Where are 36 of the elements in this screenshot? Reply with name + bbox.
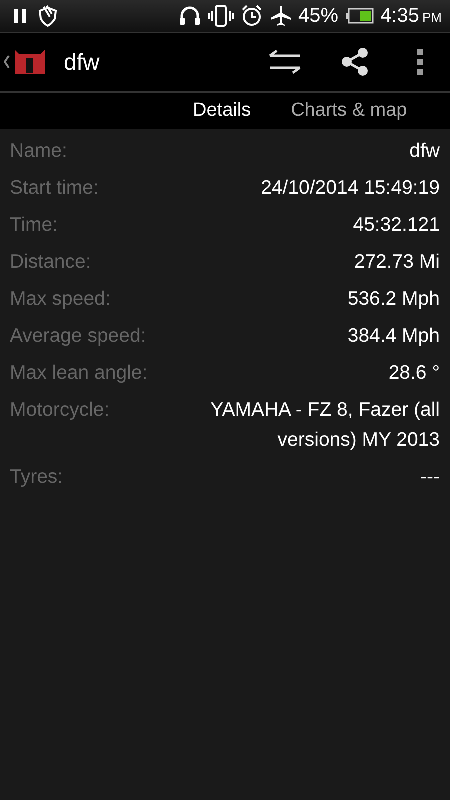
- field-label: Time:: [10, 213, 58, 238]
- field-label: Max lean angle:: [10, 361, 148, 386]
- headphones-icon: [178, 6, 201, 26]
- am-pm: PM: [422, 10, 442, 24]
- field-label: Distance:: [10, 250, 92, 275]
- swap-arrows-icon: [268, 49, 302, 75]
- pause-icon: [14, 9, 26, 23]
- back-caret-icon: [4, 55, 10, 69]
- field-value: 45:32.121: [353, 213, 440, 238]
- menu-icon: [417, 49, 423, 75]
- field-value: 272.73 Mi: [354, 250, 440, 275]
- share-icon: [340, 47, 370, 77]
- tab[interactable]: Charts & map: [291, 100, 408, 122]
- field-value: 24/10/2014 15:49:19: [261, 176, 440, 201]
- alarm-clock-icon: [240, 5, 263, 27]
- clock-time: 4:35: [380, 4, 420, 26]
- field-label: Average speed:: [10, 324, 146, 349]
- field-value: 536.2 Mph: [348, 287, 440, 312]
- shield-icon: [38, 5, 58, 27]
- battery-percent: 45%: [298, 4, 339, 28]
- field-value: 28.6 °: [388, 361, 440, 386]
- field-label: Motorcycle:: [10, 398, 110, 423]
- tab[interactable]: Details: [193, 100, 252, 122]
- field-label: Max speed:: [10, 287, 111, 312]
- field-value: ---: [420, 465, 440, 490]
- field-value: dfw: [410, 139, 440, 164]
- app-logo-icon: [14, 48, 46, 76]
- airplane-icon: [270, 5, 292, 27]
- battery-icon: [346, 8, 374, 24]
- field-label: Start time:: [10, 176, 99, 201]
- field-label: Name:: [10, 139, 68, 164]
- field-value: YAMAHA - FZ 8, Fazer (all versions) MY 2013: [210, 398, 440, 453]
- field-label: Tyres:: [10, 465, 64, 490]
- field-value: 384.4 Mph: [348, 324, 440, 349]
- screen-title: dfw: [64, 48, 101, 76]
- vibrate-icon: [208, 5, 234, 27]
